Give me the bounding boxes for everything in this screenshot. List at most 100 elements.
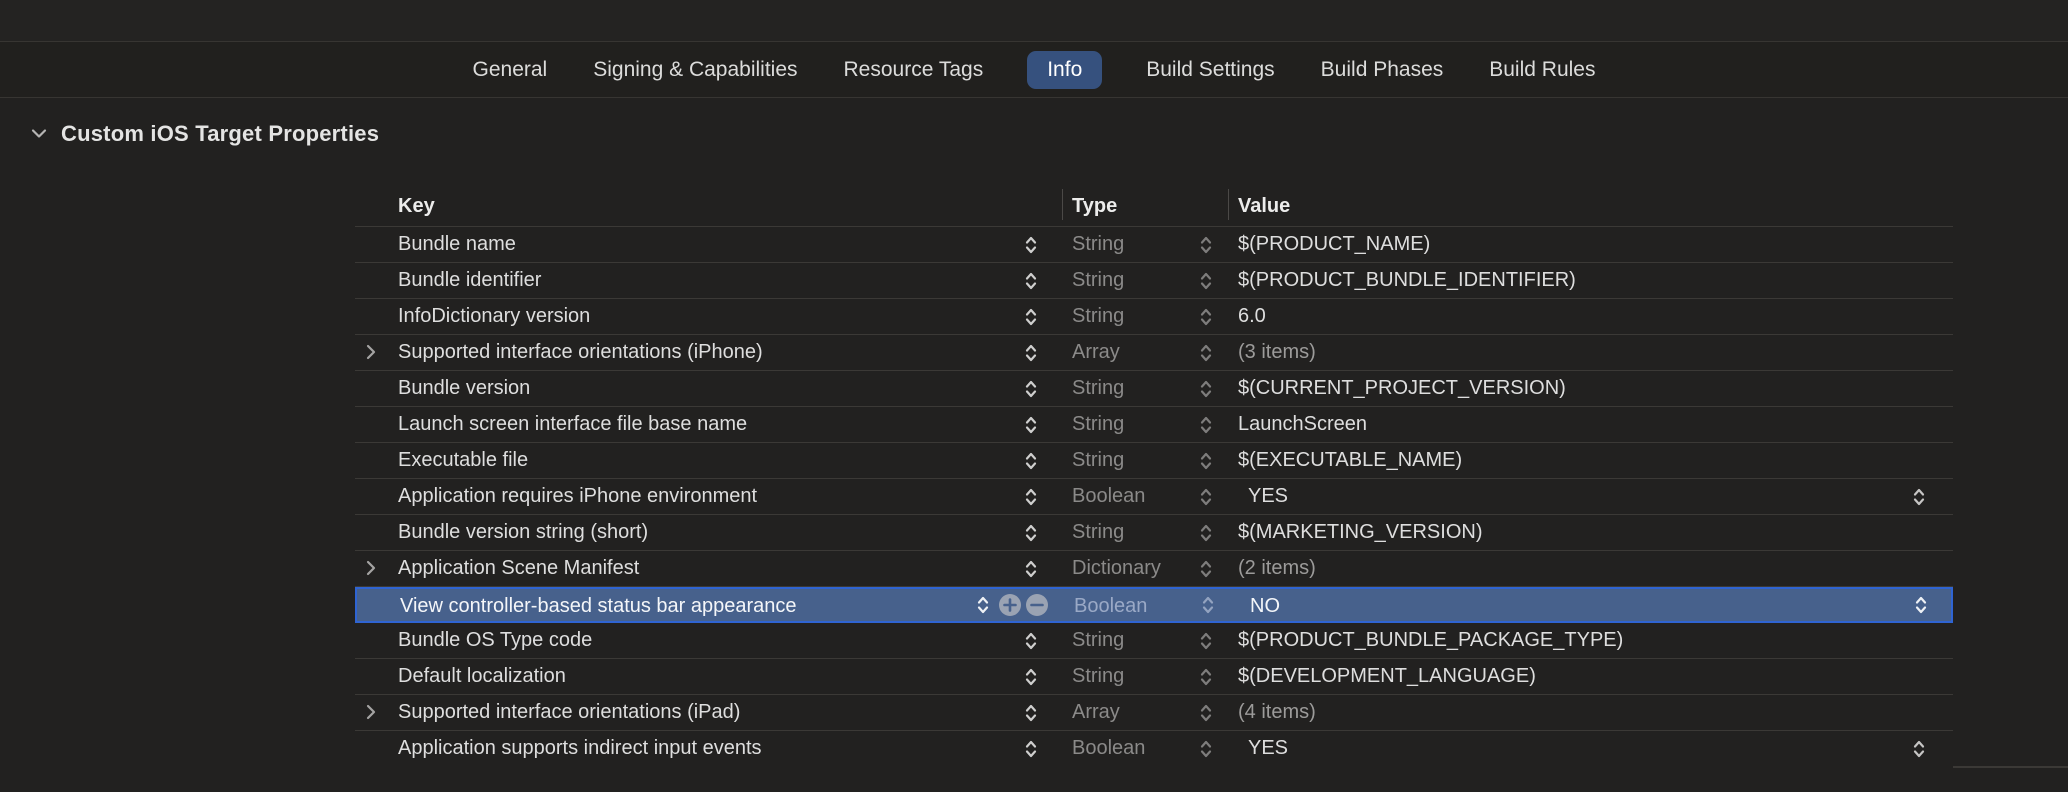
key-stepper-icon[interactable] (1023, 629, 1039, 653)
key-stepper-icon[interactable] (1023, 701, 1039, 725)
row-type: Boolean (1074, 589, 1147, 623)
row-value: YES (1248, 731, 1288, 765)
row-supported-interface-orientations-ipad[interactable]: Supported interface orientations (iPad) A… (355, 695, 1953, 731)
remove-row-button[interactable] (1026, 594, 1048, 616)
type-stepper-icon[interactable] (1198, 449, 1214, 473)
key-stepper-icon[interactable] (1023, 485, 1039, 509)
value-popup-stepper-icon[interactable] (1911, 737, 1927, 761)
type-stepper-icon[interactable] (1200, 593, 1216, 617)
tab-build-settings[interactable]: Build Settings (1144, 51, 1276, 89)
row-type: Boolean (1072, 479, 1145, 513)
key-stepper-icon[interactable] (975, 593, 991, 617)
key-stepper-icon[interactable] (1023, 557, 1039, 581)
row-type: Dictionary (1072, 551, 1161, 585)
row-bundle-identifier[interactable]: Bundle identifierString$(PRODUCT_BUNDLE_… (355, 263, 1953, 299)
row-key: Bundle OS Type code (398, 623, 592, 657)
key-stepper-icon[interactable] (1023, 665, 1039, 689)
row-bundle-version-string-short[interactable]: Bundle version string (short)String$(MAR… (355, 515, 1953, 551)
row-bundle-version[interactable]: Bundle versionString$(CURRENT_PROJECT_VE… (355, 371, 1953, 407)
row-executable-file[interactable]: Executable fileString$(EXECUTABLE_NAME) (355, 443, 1953, 479)
type-stepper-icon[interactable] (1198, 737, 1214, 761)
add-row-button[interactable] (999, 594, 1021, 616)
column-divider[interactable] (1062, 189, 1063, 220)
row-key: Supported interface orientations (iPad) (398, 695, 740, 729)
type-stepper-icon[interactable] (1198, 377, 1214, 401)
row-type: String (1072, 371, 1124, 405)
row-value: $(CURRENT_PROJECT_VERSION) (1238, 371, 1566, 405)
row-type: String (1072, 623, 1124, 657)
tab-info[interactable]: Info (1027, 51, 1102, 89)
type-stepper-icon[interactable] (1198, 521, 1214, 545)
row-infodictionary-version[interactable]: InfoDictionary versionString6.0 (355, 299, 1953, 335)
table-bottom-edge (1953, 766, 2068, 768)
row-value: (3 items) (1238, 335, 1316, 369)
row-launch-screen-interface-file-base-name[interactable]: Launch screen interface file base nameSt… (355, 407, 1953, 443)
row-value: (4 items) (1238, 695, 1316, 729)
tab-build-phases[interactable]: Build Phases (1319, 51, 1446, 89)
row-bundle-os-type-code[interactable]: Bundle OS Type code String $(PRODUCT_BUNDL… (355, 623, 1953, 659)
column-header-value[interactable]: Value (1238, 186, 1290, 226)
row-type: String (1072, 263, 1124, 297)
type-stepper-icon[interactable] (1198, 233, 1214, 257)
row-disclosure-chevron-right-icon[interactable] (359, 695, 383, 729)
tab-resource-tags[interactable]: Resource Tags (842, 51, 986, 89)
tab-signing-capabilities[interactable]: Signing & Capabilities (591, 51, 799, 89)
key-stepper-icon[interactable] (1023, 341, 1039, 365)
column-header-key[interactable]: Key (398, 186, 435, 226)
row-type: String (1072, 407, 1124, 441)
row-type: String (1072, 515, 1124, 549)
row-view-controller-based-status-bar-appearance[interactable]: View controller-based status bar appeara… (355, 587, 1953, 623)
type-stepper-icon[interactable] (1198, 485, 1214, 509)
row-supported-interface-orientations-iphone[interactable]: Supported interface orientations (iPhone… (355, 335, 1953, 371)
row-key: InfoDictionary version (398, 299, 590, 333)
key-stepper-icon[interactable] (1023, 269, 1039, 293)
row-type: String (1072, 443, 1124, 477)
row-value: $(DEVELOPMENT_LANGUAGE) (1238, 659, 1536, 693)
row-key: Application supports indirect input even… (398, 731, 762, 765)
row-key: Bundle name (398, 227, 516, 261)
key-stepper-icon[interactable] (1023, 305, 1039, 329)
table-body: Bundle nameString$(PRODUCT_NAME)Bundle i… (355, 227, 1953, 767)
key-stepper-icon[interactable] (1023, 377, 1039, 401)
row-value: $(PRODUCT_BUNDLE_PACKAGE_TYPE) (1238, 623, 1623, 657)
type-stepper-icon[interactable] (1198, 341, 1214, 365)
window-toolbar-strip (0, 0, 2068, 42)
row-key: Supported interface orientations (iPhone… (398, 335, 763, 369)
type-stepper-icon[interactable] (1198, 269, 1214, 293)
key-stepper-icon[interactable] (1023, 449, 1039, 473)
type-stepper-icon[interactable] (1198, 557, 1214, 581)
column-header-type[interactable]: Type (1072, 186, 1117, 226)
row-application-supports-indirect-input-events[interactable]: Application supports indirect input even… (355, 731, 1953, 767)
type-stepper-icon[interactable] (1198, 413, 1214, 437)
tab-build-rules[interactable]: Build Rules (1487, 51, 1597, 89)
row-bundle-name[interactable]: Bundle nameString$(PRODUCT_NAME) (355, 227, 1953, 263)
row-value: $(MARKETING_VERSION) (1238, 515, 1482, 549)
section-title: Custom iOS Target Properties (61, 121, 379, 147)
value-popup-stepper-icon[interactable] (1913, 593, 1929, 617)
row-disclosure-chevron-right-icon[interactable] (359, 335, 383, 369)
row-key: Application requires iPhone environment (398, 479, 757, 513)
key-stepper-icon[interactable] (1023, 521, 1039, 545)
type-stepper-icon[interactable] (1198, 629, 1214, 653)
tab-general[interactable]: General (471, 51, 550, 89)
key-stepper-icon[interactable] (1023, 233, 1039, 257)
section-disclosure-chevron-down-icon[interactable] (30, 128, 48, 140)
target-editor-tab-bar: General Signing & Capabilities Resource Ta… (0, 42, 2068, 98)
value-popup-stepper-icon[interactable] (1911, 485, 1927, 509)
properties-table: Key Type Value Bundle nameString$(PRODUC… (355, 186, 1953, 767)
row-key: Default localization (398, 659, 566, 693)
key-stepper-icon[interactable] (1023, 737, 1039, 761)
row-type: Array (1072, 695, 1120, 729)
row-value: 6.0 (1238, 299, 1266, 333)
row-application-requires-iphone-environment[interactable]: Application requires iPhone environment B… (355, 479, 1953, 515)
type-stepper-icon[interactable] (1198, 701, 1214, 725)
key-stepper-icon[interactable] (1023, 413, 1039, 437)
type-stepper-icon[interactable] (1198, 665, 1214, 689)
table-header: Key Type Value (355, 186, 1953, 227)
column-divider[interactable] (1228, 189, 1229, 220)
row-application-scene-manifest[interactable]: Application Scene ManifestDictionary(2 i… (355, 551, 1953, 587)
row-disclosure-chevron-right-icon[interactable] (359, 551, 383, 585)
type-stepper-icon[interactable] (1198, 305, 1214, 329)
row-default-localization[interactable]: Default localizationString$(DEVELOPMENT_… (355, 659, 1953, 695)
row-key: Bundle identifier (398, 263, 541, 297)
